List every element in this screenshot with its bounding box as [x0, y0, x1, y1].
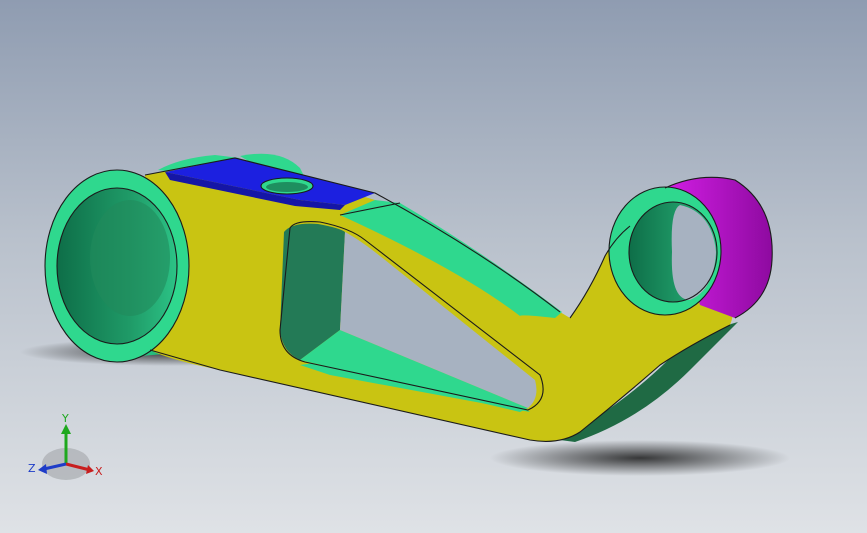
reference-triad: Y X Z — [28, 412, 103, 480]
left-boss-bore-back — [90, 200, 170, 316]
z-axis-label: Z — [28, 462, 36, 475]
shadow-right — [490, 440, 790, 476]
graphics-viewport[interactable]: Y X Z — [0, 0, 867, 533]
y-axis-head — [61, 424, 71, 434]
x-axis-label: X — [95, 465, 103, 478]
y-axis-label: Y — [61, 412, 69, 425]
pad-hole-inner — [266, 182, 308, 192]
part-model[interactable] — [0, 0, 867, 533]
